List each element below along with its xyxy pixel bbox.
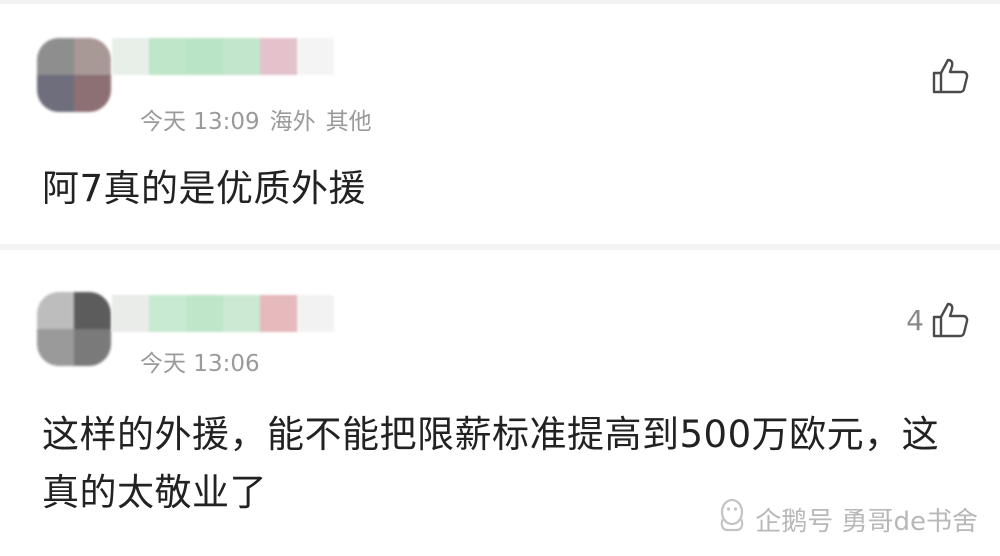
username-tile	[149, 38, 186, 75]
avatar-tile	[74, 75, 111, 112]
avatar-tile	[37, 38, 74, 75]
penguin-logo-icon	[717, 498, 747, 540]
username-tile	[186, 295, 223, 332]
watermark: 企鹅号 勇哥de书舍	[717, 498, 978, 540]
comment-meta: 今天 13:06	[140, 344, 260, 378]
username-tile	[112, 38, 149, 75]
username-tile	[223, 295, 260, 332]
username-tile	[260, 38, 297, 75]
username[interactable]	[112, 38, 334, 75]
comment-time: 今天 13:09	[140, 109, 260, 135]
avatar-tile	[37, 75, 74, 112]
avatar[interactable]	[37, 38, 111, 112]
avatar[interactable]	[37, 292, 111, 366]
username-tile	[297, 295, 334, 332]
thumbs-up-icon	[930, 300, 970, 340]
username-tile	[112, 295, 149, 332]
username-tile	[186, 38, 223, 75]
avatar-tile	[74, 38, 111, 75]
watermark-text: 企鹅号 勇哥de书舍	[755, 507, 978, 537]
avatar-tile	[74, 292, 111, 329]
like-count: 4	[906, 303, 924, 337]
avatar-tile	[37, 329, 74, 366]
username-tile	[149, 295, 186, 332]
comment-item: 今天 13:09 海外 其他 阿7真的是优质外援	[0, 4, 1000, 244]
comment-time: 今天 13:06	[140, 351, 260, 377]
avatar-tile	[74, 329, 111, 366]
like-button[interactable]: 4	[906, 300, 970, 340]
comment-device: 其他	[325, 109, 372, 135]
username-tile	[260, 295, 297, 332]
username[interactable]	[112, 295, 334, 332]
comment-text: 阿7真的是优质外援	[42, 167, 367, 210]
thumbs-up-icon	[930, 56, 970, 96]
like-button[interactable]	[924, 56, 970, 96]
comment-meta: 今天 13:09 海外 其他	[140, 102, 372, 136]
avatar-tile	[37, 292, 74, 329]
username-tile	[297, 38, 334, 75]
username-tile	[223, 38, 260, 75]
comment-location: 海外	[269, 109, 316, 135]
